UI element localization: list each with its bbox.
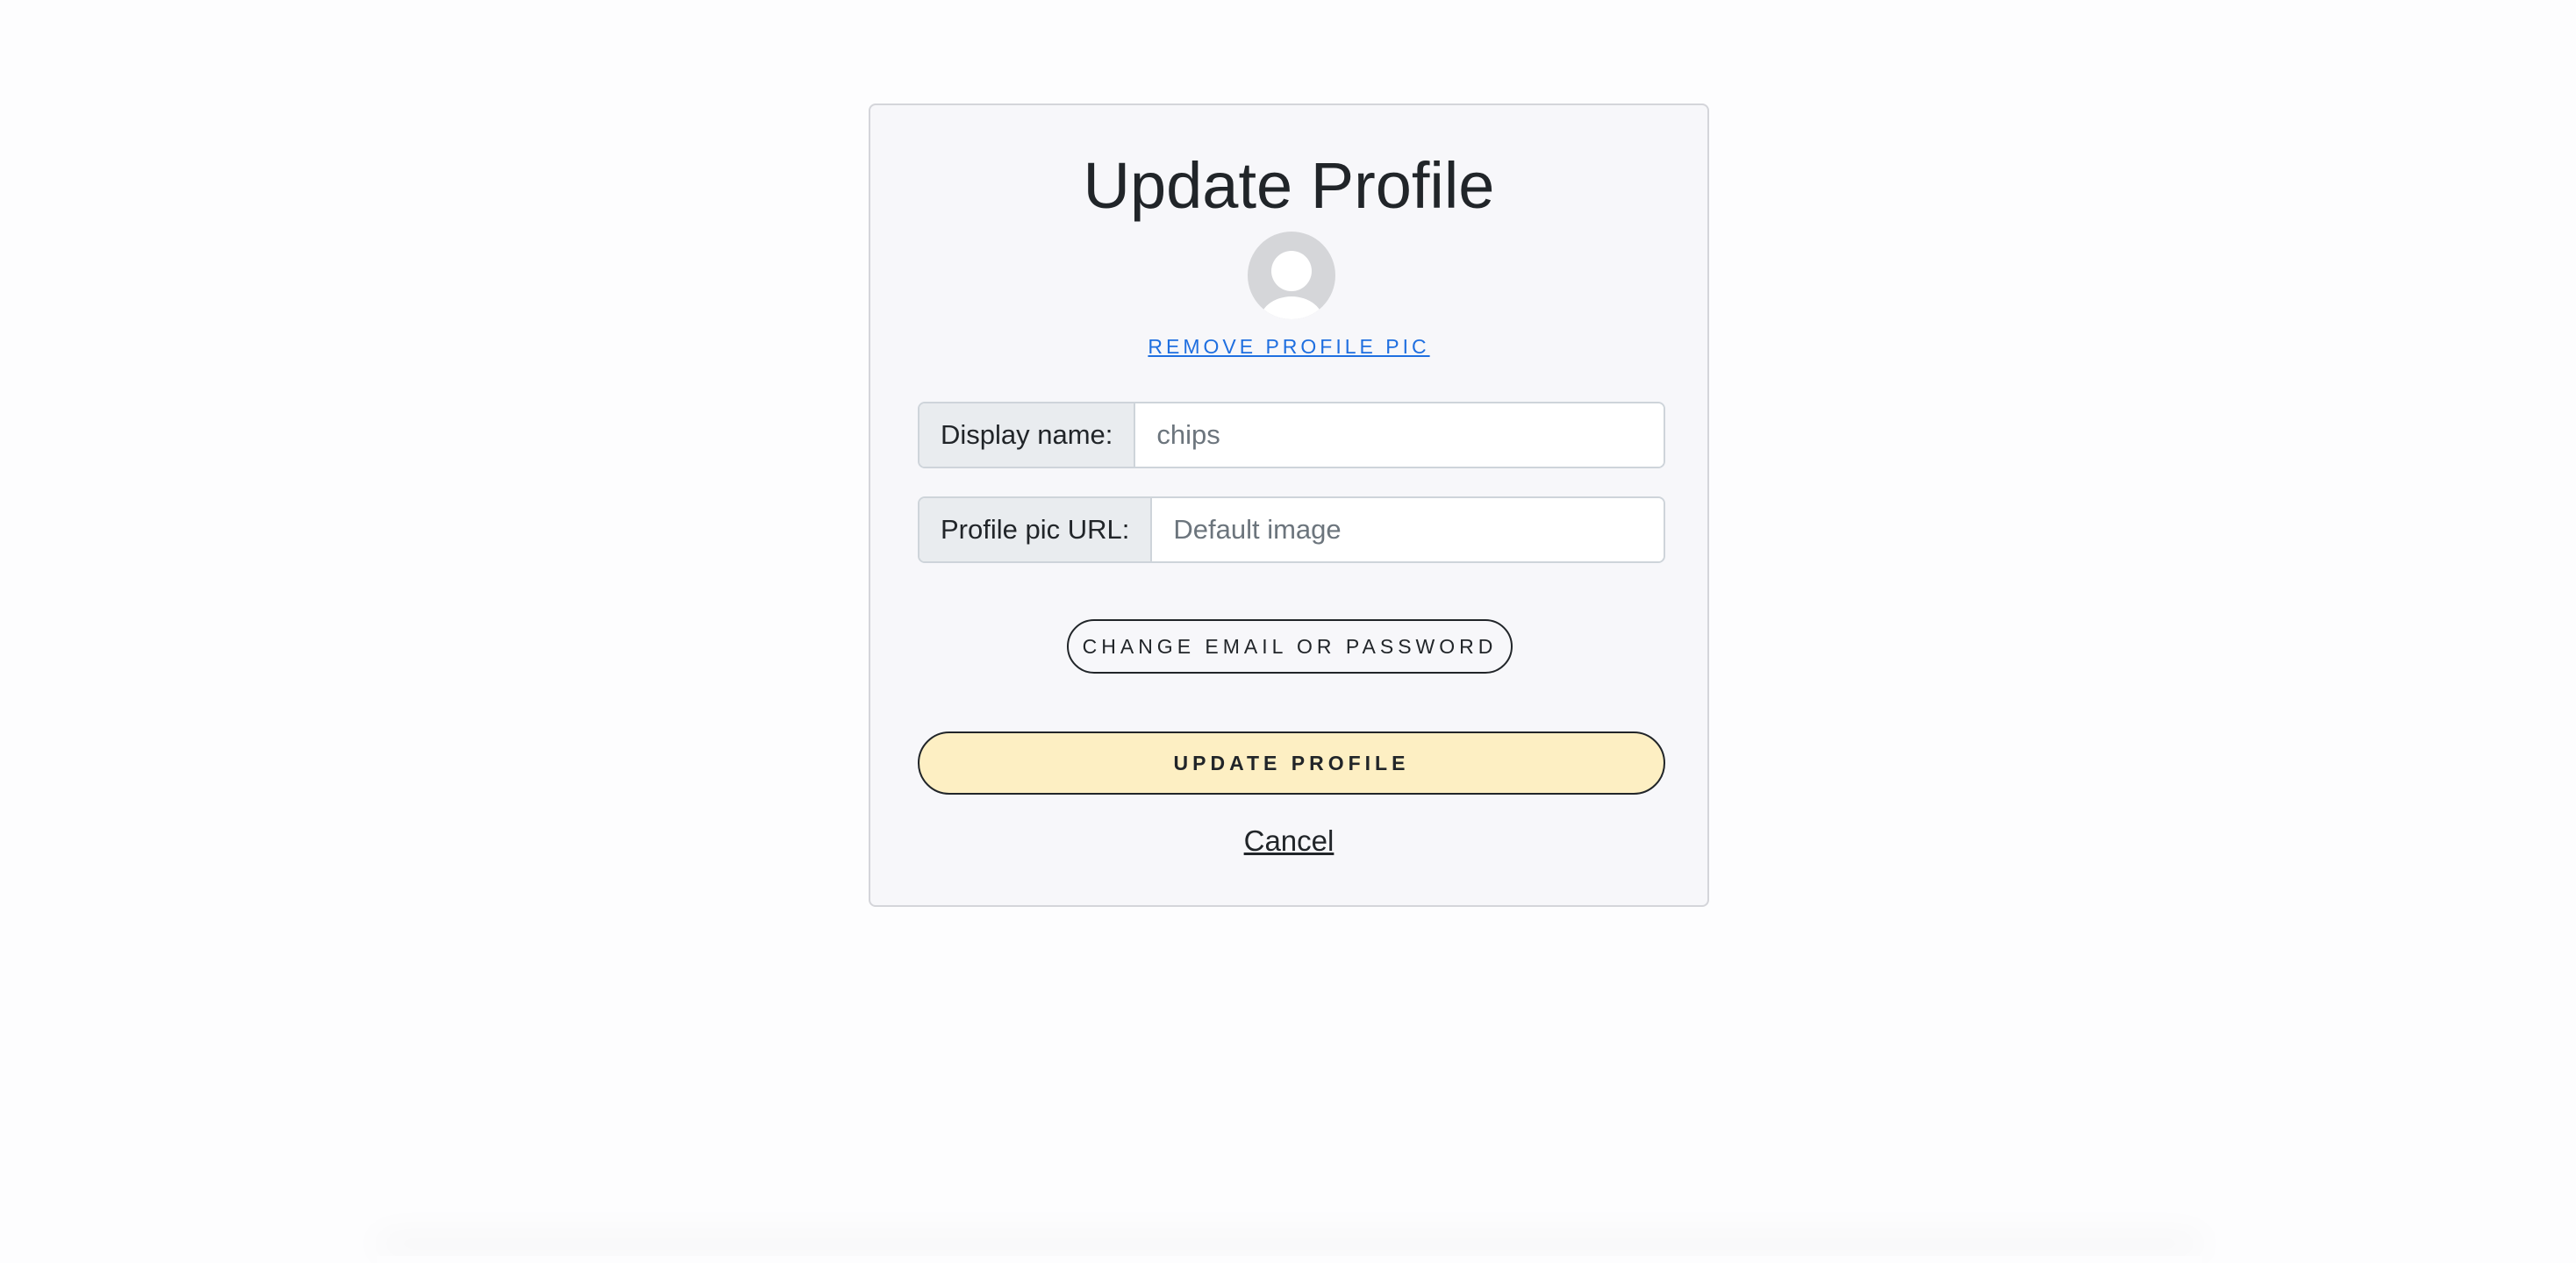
avatar-body-shape: [1259, 296, 1324, 319]
update-profile-card: Update Profile REMOVE PROFILE PIC Displa…: [869, 103, 1709, 907]
avatar-head-shape: [1271, 251, 1312, 291]
remove-profile-pic-link[interactable]: REMOVE PROFILE PIC: [870, 335, 1707, 359]
update-profile-button[interactable]: UPDATE PROFILE: [918, 731, 1665, 795]
page: Update Profile REMOVE PROFILE PIC Displa…: [0, 0, 2576, 1263]
bottom-edge-shadow: [377, 1256, 2202, 1263]
profile-pic-url-label: Profile pic URL:: [919, 498, 1153, 561]
user-avatar-icon: [1248, 232, 1335, 319]
cancel-link[interactable]: Cancel: [870, 824, 1707, 858]
change-email-or-password-button[interactable]: CHANGE EMAIL OR PASSWORD: [1067, 619, 1513, 674]
display-name-input[interactable]: [1135, 403, 1664, 467]
display-name-group: Display name:: [918, 402, 1665, 468]
display-name-label: Display name:: [919, 403, 1136, 467]
profile-pic-url-input[interactable]: [1152, 498, 1664, 561]
profile-pic-url-group: Profile pic URL:: [918, 496, 1665, 563]
page-title: Update Profile: [1083, 149, 1495, 222]
